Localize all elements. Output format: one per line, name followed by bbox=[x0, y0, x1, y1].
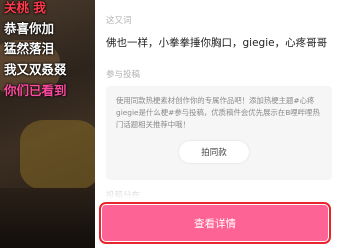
danmaku-comment: 猛然落泪 bbox=[4, 41, 55, 56]
danmaku-comment: 我又双叒叕 bbox=[4, 62, 67, 77]
meme-detail-panel: 这又词 佛也一样，小拳拳捶你胸口，giegie，心疼哥哥 参与投稿 使用同款热梗… bbox=[95, 0, 340, 248]
participate-section-label: 参与投稿 bbox=[106, 70, 141, 80]
lyrics-section-label: 这又词 bbox=[106, 16, 132, 26]
shoot-same-button[interactable]: 拍同款 bbox=[179, 141, 249, 163]
lyrics-text: 佛也一样，小拳拳捶你胸口，giegie，心疼哥哥 bbox=[106, 37, 328, 49]
participate-description: 使用同款热梗素材创作你的专属作品吧！添加热梗主题#心疼giegie是什么梗#参与… bbox=[116, 96, 320, 129]
video-background bbox=[0, 188, 95, 248]
video-player[interactable]: 关桃 我 恭喜你加 猛然落泪 我又双叒叕 你们已看到 bbox=[0, 0, 95, 248]
participate-card: 使用同款热梗素材创作你的专属作品吧！添加热梗主题#心疼giegie是什么梗#参与… bbox=[106, 86, 332, 180]
view-details-button[interactable]: 查看详情 bbox=[99, 202, 331, 244]
fade-overlay bbox=[95, 185, 340, 199]
danmaku-comment: 关桃 我 bbox=[4, 0, 46, 15]
danmaku-comment: 恭喜你加 bbox=[4, 21, 55, 36]
video-background bbox=[20, 120, 95, 190]
danmaku-comment: 你们已看到 bbox=[4, 83, 67, 98]
